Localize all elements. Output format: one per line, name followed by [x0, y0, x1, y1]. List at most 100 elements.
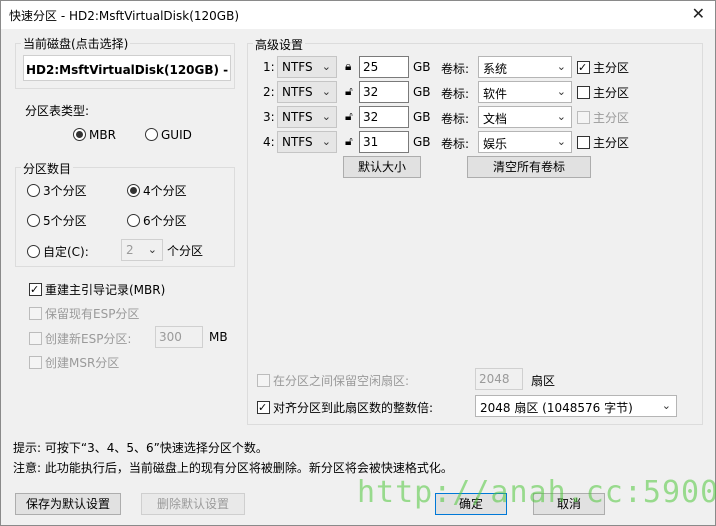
row-index: 2: — [263, 85, 275, 99]
close-icon[interactable]: ✕ — [692, 4, 705, 23]
radio-indicator — [27, 184, 40, 197]
checkbox-label: 主分区 — [593, 136, 630, 150]
volume-label-value: 文档 — [483, 112, 508, 126]
gb-unit: GB — [413, 135, 431, 149]
size-input-2[interactable]: 32 — [359, 81, 409, 103]
chevron-down-icon: ⌄ — [556, 60, 566, 73]
fs-value: NTFS — [282, 135, 313, 149]
reserve-sectors-input[interactable]: 2048 — [475, 368, 523, 390]
fs-value: NTFS — [282, 110, 313, 124]
partition-count-3-radio[interactable]: 3个分区 — [27, 182, 87, 199]
chevron-down-icon: ⌄ — [321, 60, 331, 73]
volume-label-text: 卷标: — [441, 87, 470, 101]
new-esp-checkbox[interactable]: 创建新ESP分区: — [29, 330, 131, 347]
window-title: 快速分区 - HD2:MsftVirtualDisk(120GB) — [9, 9, 240, 23]
row-index: 1: — [263, 60, 275, 74]
lock-icon[interactable]: 🔒︎ — [345, 59, 351, 74]
partition-count-label: 分区数目 — [21, 160, 74, 177]
checkbox-label: 保留现有ESP分区 — [45, 307, 140, 321]
primary-checkbox-1[interactable]: 主分区 — [577, 59, 629, 76]
custom-count-select[interactable]: 2 ⌄ — [121, 239, 163, 261]
save-default-button[interactable]: 保存为默认设置 — [15, 493, 121, 515]
clear-labels-button[interactable]: 清空所有卷标 — [467, 156, 591, 178]
partition-count-4-radio[interactable]: 4个分区 — [127, 182, 187, 199]
primary-checkbox-4[interactable]: 主分区 — [577, 134, 629, 151]
checkbox-indicator — [29, 283, 42, 296]
checkbox-label: 主分区 — [593, 86, 630, 100]
align-sectors-select[interactable]: 2048 扇区 (1048576 字节) ⌄ — [475, 395, 677, 417]
checkbox-label: 主分区 — [593, 111, 630, 125]
keep-esp-checkbox[interactable]: 保留现有ESP分区 — [29, 305, 139, 322]
checkbox-label: 对齐分区到此扇区数的整数倍: — [273, 401, 434, 415]
chevron-down-icon: ⌄ — [556, 135, 566, 148]
volume-label-select-2[interactable]: 软件 ⌄ — [478, 81, 572, 103]
chevron-down-icon: ⌄ — [321, 85, 331, 98]
volume-label-text: 卷标: — [441, 62, 470, 76]
row-index: 3: — [263, 110, 275, 124]
checkbox-indicator — [29, 332, 42, 345]
volume-label-select-3[interactable]: 文档 ⌄ — [478, 106, 572, 128]
fs-select-4[interactable]: NTFS ⌄ — [277, 131, 337, 153]
current-disk-selector[interactable]: HD2:MsftVirtualDisk(120GB) - 本 — [23, 55, 231, 81]
reserve-sectors-checkbox[interactable]: 在分区之间保留空闲扇区: — [257, 372, 409, 389]
checkbox-label: 创建新ESP分区: — [45, 332, 132, 346]
create-msr-checkbox[interactable]: 创建MSR分区 — [29, 354, 119, 371]
volume-label-value: 软件 — [483, 87, 508, 101]
custom-count-suffix: 个分区 — [167, 244, 204, 258]
watermark-text: http://anah.cc:5900 — [357, 475, 716, 510]
default-size-button[interactable]: 默认大小 — [343, 156, 421, 178]
rebuild-mbr-checkbox[interactable]: 重建主引导记录(MBR) — [29, 281, 165, 298]
custom-count-value: 2 — [126, 243, 134, 257]
partition-count-5-radio[interactable]: 5个分区 — [27, 212, 87, 229]
gb-unit: GB — [413, 110, 431, 124]
checkbox-indicator — [29, 307, 42, 320]
partition-count-custom-radio[interactable]: 自定(C): — [27, 243, 89, 260]
size-input-3[interactable]: 32 — [359, 106, 409, 128]
gb-unit: GB — [413, 85, 431, 99]
chevron-down-icon: ⌄ — [556, 110, 566, 123]
checkbox-indicator — [257, 401, 270, 414]
guid-radio-label: GUID — [161, 127, 192, 142]
guid-radio[interactable]: GUID — [145, 127, 192, 142]
tip-text: 提示: 可按下“3、4、5、6”快速选择分区个数。 — [13, 441, 268, 455]
reserve-sectors-unit: 扇区 — [531, 374, 556, 388]
mbr-radio[interactable]: MBR — [73, 127, 116, 142]
volume-label-select-1[interactable]: 系统 ⌄ — [478, 56, 572, 78]
volume-label-text: 卷标: — [441, 137, 470, 151]
radio-indicator — [27, 214, 40, 227]
esp-size-input[interactable]: 300 — [155, 326, 203, 348]
radio-label: 3个分区 — [43, 184, 87, 198]
advanced-settings-label: 高级设置 — [253, 36, 306, 53]
size-input-1[interactable]: 25 — [359, 56, 409, 78]
radio-indicator — [27, 245, 40, 258]
align-sectors-checkbox[interactable]: 对齐分区到此扇区数的整数倍: — [257, 399, 433, 416]
size-input-4[interactable]: 31 — [359, 131, 409, 153]
checkbox-indicator — [257, 374, 270, 387]
primary-checkbox-2[interactable]: 主分区 — [577, 84, 629, 101]
volume-label-text: 卷标: — [441, 112, 470, 126]
fs-select-3[interactable]: NTFS ⌄ — [277, 106, 337, 128]
primary-checkbox-3[interactable]: 主分区 — [577, 109, 629, 126]
guid-radio-indicator — [145, 128, 158, 141]
volume-label-value: 娱乐 — [483, 137, 508, 151]
fs-select-1[interactable]: NTFS ⌄ — [277, 56, 337, 78]
unlock-icon[interactable]: 🔓︎ — [345, 134, 353, 149]
checkbox-indicator — [577, 111, 590, 124]
fs-value: NTFS — [282, 85, 313, 99]
chevron-down-icon: ⌄ — [661, 399, 671, 412]
radio-label: 5个分区 — [43, 214, 87, 228]
checkbox-label: 重建主引导记录(MBR) — [45, 283, 166, 297]
unlock-icon[interactable]: 🔓︎ — [345, 109, 353, 124]
partition-count-6-radio[interactable]: 6个分区 — [127, 212, 187, 229]
checkbox-indicator — [577, 86, 590, 99]
delete-default-button[interactable]: 删除默认设置 — [141, 493, 245, 515]
row-index: 4: — [263, 135, 275, 149]
unlock-icon[interactable]: 🔓︎ — [345, 84, 353, 99]
mbr-radio-label: MBR — [89, 127, 116, 142]
volume-label-select-4[interactable]: 娱乐 ⌄ — [478, 131, 572, 153]
fs-value: NTFS — [282, 60, 313, 74]
checkbox-label: 在分区之间保留空闲扇区: — [273, 374, 410, 388]
fs-select-2[interactable]: NTFS ⌄ — [277, 81, 337, 103]
align-sectors-value: 2048 扇区 (1048576 字节) — [480, 401, 633, 415]
radio-label: 6个分区 — [143, 214, 187, 228]
